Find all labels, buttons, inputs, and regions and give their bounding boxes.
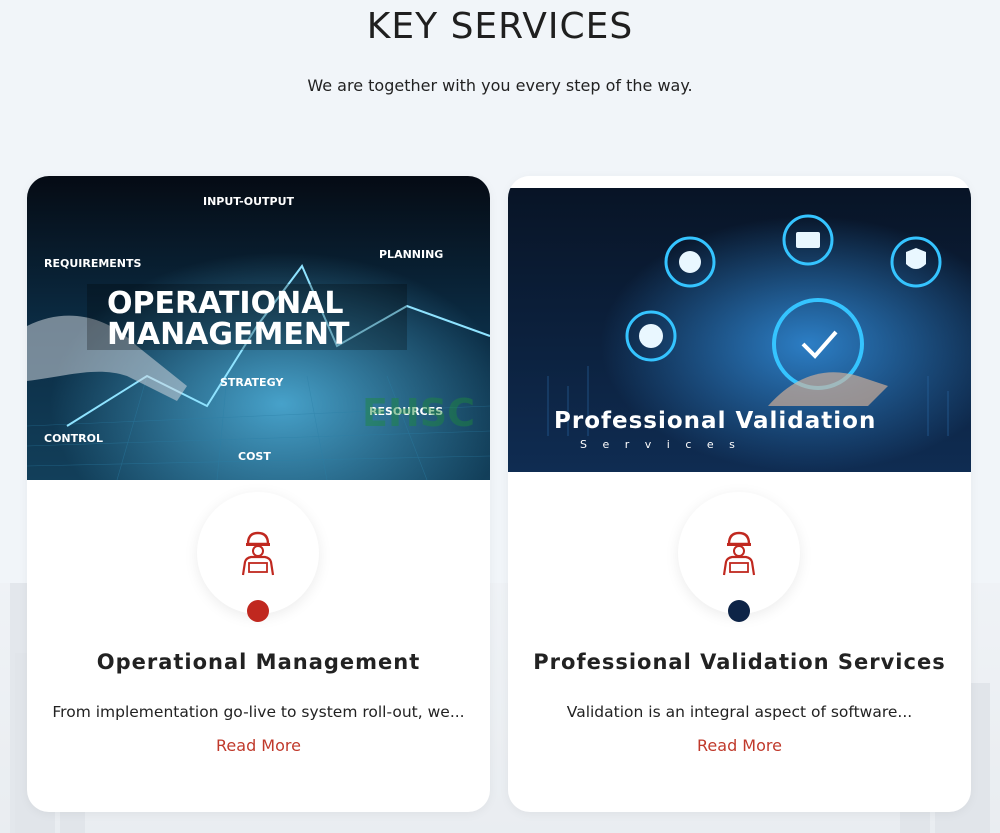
- service-card-operational-management[interactable]: OPERATIONAL MANAGEMENT INPUT-OUTPUT REQU…: [27, 176, 490, 812]
- professional-validation-banner-image: Professional Validation S e r v i c e s: [508, 176, 971, 480]
- service-card-professional-validation[interactable]: Professional Validation S e r v i c e s …: [508, 176, 971, 812]
- watermark-text: EHSC: [362, 391, 475, 435]
- banner-tag: STRATEGY: [220, 376, 284, 389]
- section-subtitle: We are together with you every step of t…: [307, 76, 693, 95]
- banner-tag: REQUIREMENTS: [44, 257, 142, 270]
- read-more-link[interactable]: Read More: [508, 736, 971, 755]
- service-icon-circle: [678, 492, 800, 614]
- service-icon-circle: [197, 492, 319, 614]
- section-title: KEY SERVICES: [366, 6, 634, 47]
- worker-engineer-icon: [722, 531, 756, 576]
- read-more-link[interactable]: Read More: [27, 736, 490, 755]
- banner-heading: Professional Validation: [554, 408, 876, 434]
- banner-tag: PLANNING: [379, 248, 443, 261]
- banner-tag: INPUT-OUTPUT: [203, 195, 295, 208]
- banner-subheading: S e r v i c e s: [580, 438, 741, 451]
- operational-management-banner-image: OPERATIONAL MANAGEMENT INPUT-OUTPUT REQU…: [27, 176, 490, 480]
- banner-heading-line1: OPERATIONAL: [107, 286, 344, 321]
- banner-heading-line2: MANAGEMENT: [107, 317, 350, 352]
- banner-tag: CONTROL: [44, 432, 103, 445]
- service-name: Professional Validation Services: [533, 650, 946, 674]
- banner-tag: COST: [238, 450, 271, 463]
- status-dot: [247, 600, 269, 622]
- service-description: From implementation go-live to system ro…: [52, 703, 465, 721]
- worker-engineer-icon: [241, 531, 275, 576]
- service-name: Operational Management: [96, 650, 421, 674]
- status-dot: [728, 600, 750, 622]
- service-description: Validation is an integral aspect of soft…: [566, 703, 913, 721]
